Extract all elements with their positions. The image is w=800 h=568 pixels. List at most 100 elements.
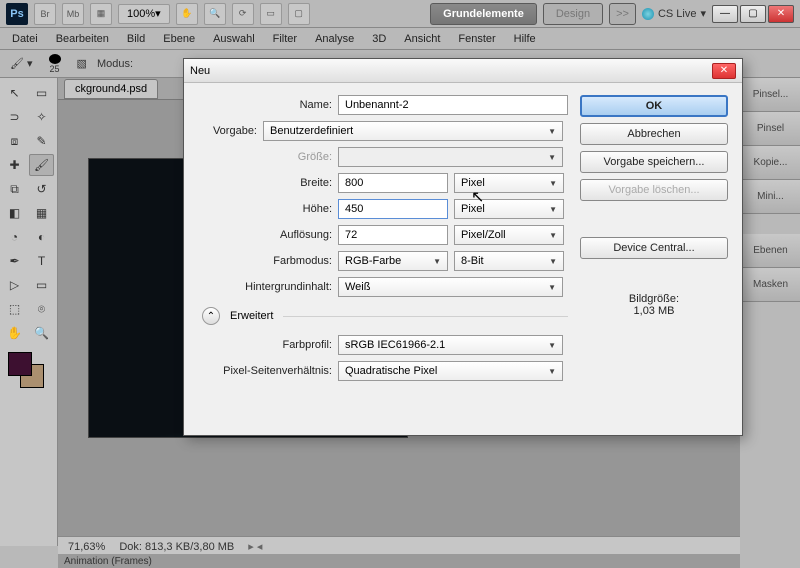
menu-3d[interactable]: 3D bbox=[372, 33, 386, 45]
label-erweitert: Erweitert bbox=[230, 310, 273, 322]
zoom-level-select[interactable]: 100% ▾ bbox=[118, 4, 170, 24]
height-input[interactable] bbox=[338, 199, 448, 219]
label-groesse: Größe: bbox=[202, 151, 332, 163]
device-central-button[interactable]: Device Central... bbox=[580, 237, 728, 259]
collapsed-panels: Pinsel... Pinsel Kopie... Mini... Ebenen… bbox=[740, 78, 800, 546]
dialog-close-button[interactable]: ✕ bbox=[712, 63, 736, 79]
resolution-unit-select[interactable]: Pixel/Zoll▼ bbox=[454, 225, 564, 245]
colorprofile-value: sRGB IEC61966-2.1 bbox=[345, 339, 445, 351]
workspace-more-button[interactable]: >> bbox=[609, 3, 636, 25]
eraser-tool[interactable]: ◧ bbox=[2, 202, 27, 224]
workspace-pill-design[interactable]: Design bbox=[543, 3, 603, 25]
menu-ansicht[interactable]: Ansicht bbox=[404, 33, 440, 45]
name-input[interactable] bbox=[338, 95, 568, 115]
label-hg: Hintergrundinhalt: bbox=[202, 281, 332, 293]
colormode-select[interactable]: RGB-Farbe▼ bbox=[338, 251, 448, 271]
panel-pinselvorgaben[interactable]: Pinsel... bbox=[740, 78, 800, 112]
minibridge-button[interactable]: Mb bbox=[62, 3, 84, 25]
label-vorgabe: Vorgabe: bbox=[202, 125, 257, 137]
ok-button[interactable]: OK bbox=[580, 95, 728, 117]
status-doc[interactable]: Dok: 813,3 KB/3,80 MB bbox=[119, 541, 234, 553]
minimize-button[interactable]: — bbox=[712, 5, 738, 23]
menu-bearbeiten[interactable]: Bearbeiten bbox=[56, 33, 109, 45]
hand-tool[interactable]: ✋ bbox=[2, 322, 27, 344]
dodge-tool[interactable]: ◐ bbox=[29, 226, 54, 248]
preset-select[interactable]: Benutzerdefiniert▼ bbox=[263, 121, 563, 141]
width-unit-select[interactable]: Pixel▼ bbox=[454, 173, 564, 193]
brush-panel-toggle[interactable]: ▧ bbox=[77, 57, 87, 70]
3d-tool[interactable]: ⬚ bbox=[2, 298, 27, 320]
height-unit-select[interactable]: Pixel▼ bbox=[454, 199, 564, 219]
menu-auswahl[interactable]: Auswahl bbox=[213, 33, 255, 45]
save-preset-button[interactable]: Vorgabe speichern... bbox=[580, 151, 728, 173]
eyedropper-tool[interactable]: ✎ bbox=[29, 130, 54, 152]
panel-minibridge[interactable]: Mini... bbox=[740, 180, 800, 214]
hand-tool-button[interactable]: ✋ bbox=[176, 3, 198, 25]
image-size-label: Bildgröße: bbox=[580, 293, 728, 305]
gradient-tool[interactable]: ▦ bbox=[29, 202, 54, 224]
panel-pinsel[interactable]: Pinsel bbox=[740, 112, 800, 146]
zoom-tool[interactable]: 🔍 bbox=[29, 322, 54, 344]
label-aufloesung: Auflösung: bbox=[202, 229, 332, 241]
bridge-button[interactable]: Br bbox=[34, 3, 56, 25]
healing-tool[interactable]: ✚ bbox=[2, 154, 27, 176]
crop-tool[interactable]: ⧈ bbox=[2, 130, 27, 152]
type-tool[interactable]: T bbox=[29, 250, 54, 272]
dialog-titlebar[interactable]: Neu ✕ bbox=[184, 59, 742, 83]
close-button[interactable]: ✕ bbox=[768, 5, 794, 23]
resolution-input[interactable] bbox=[338, 225, 448, 245]
stamp-tool[interactable]: ⧉ bbox=[2, 178, 27, 200]
arrange-button[interactable]: ▭ bbox=[260, 3, 282, 25]
magic-wand-tool[interactable]: ✧ bbox=[29, 106, 54, 128]
fg-swatch[interactable] bbox=[8, 352, 32, 376]
tool-preset-picker[interactable]: 🖌 ▾ bbox=[10, 57, 33, 70]
screen-mode-button[interactable]: ▢ bbox=[288, 3, 310, 25]
background-select[interactable]: Weiß▼ bbox=[338, 277, 563, 297]
panel-kopierquelle[interactable]: Kopie... bbox=[740, 146, 800, 180]
menu-datei[interactable]: Datei bbox=[12, 33, 38, 45]
colorprofile-select[interactable]: sRGB IEC61966-2.1▼ bbox=[338, 335, 563, 355]
workspace-pill-main[interactable]: Grundelemente bbox=[430, 3, 537, 25]
label-farbmodus: Farbmodus: bbox=[202, 255, 332, 267]
resolution-unit-value: Pixel/Zoll bbox=[461, 229, 506, 241]
camera-tool[interactable]: ⌾ bbox=[29, 298, 54, 320]
advanced-toggle[interactable]: ⌃ bbox=[202, 307, 220, 325]
pen-tool[interactable]: ✒ bbox=[2, 250, 27, 272]
menu-fenster[interactable]: Fenster bbox=[458, 33, 495, 45]
status-zoom[interactable]: 71,63% bbox=[68, 541, 105, 553]
document-tab[interactable]: ckground4.psd bbox=[64, 79, 158, 99]
animation-panel-tab[interactable]: Animation (Frames) bbox=[58, 554, 740, 568]
brush-preset-picker[interactable]: 25 bbox=[43, 54, 67, 74]
width-input[interactable] bbox=[338, 173, 448, 193]
maximize-button[interactable]: ▢ bbox=[740, 5, 766, 23]
zoom-value: 100% bbox=[127, 8, 155, 20]
app-logo-icon: Ps bbox=[6, 3, 28, 25]
cslive-button[interactable]: CS Live ▾ bbox=[642, 7, 706, 20]
cancel-button[interactable]: Abbrechen bbox=[580, 123, 728, 145]
menu-analyse[interactable]: Analyse bbox=[315, 33, 354, 45]
cslive-icon bbox=[642, 8, 654, 20]
cslive-label: CS Live bbox=[658, 8, 697, 20]
rotate-view-button[interactable]: ⟳ bbox=[232, 3, 254, 25]
tools-panel: ↖▭ ⊃✧ ⧈✎ ✚🖌 ⧉↺ ◧▦ ◔◐ ✒T ▷▭ ⬚⌾ ✋🔍 bbox=[0, 78, 58, 546]
menu-hilfe[interactable]: Hilfe bbox=[514, 33, 536, 45]
panel-masken[interactable]: Masken bbox=[740, 268, 800, 302]
preset-value: Benutzerdefiniert bbox=[270, 125, 353, 137]
shape-tool[interactable]: ▭ bbox=[29, 274, 54, 296]
blur-tool[interactable]: ◔ bbox=[2, 226, 27, 248]
brush-tool[interactable]: 🖌 bbox=[29, 154, 54, 176]
zoom-tool-button[interactable]: 🔍 bbox=[204, 3, 226, 25]
marquee-tool[interactable]: ▭ bbox=[29, 82, 54, 104]
bitdepth-select[interactable]: 8-Bit▼ bbox=[454, 251, 564, 271]
history-brush-tool[interactable]: ↺ bbox=[29, 178, 54, 200]
color-swatches[interactable] bbox=[8, 352, 44, 388]
menu-filter[interactable]: Filter bbox=[273, 33, 297, 45]
lasso-tool[interactable]: ⊃ bbox=[2, 106, 27, 128]
path-select-tool[interactable]: ▷ bbox=[2, 274, 27, 296]
menu-bild[interactable]: Bild bbox=[127, 33, 145, 45]
extras-button[interactable]: ▦ bbox=[90, 3, 112, 25]
move-tool[interactable]: ↖ bbox=[2, 82, 27, 104]
pixel-aspect-select[interactable]: Quadratische Pixel▼ bbox=[338, 361, 563, 381]
panel-ebenen[interactable]: Ebenen bbox=[740, 234, 800, 268]
menu-ebene[interactable]: Ebene bbox=[163, 33, 195, 45]
